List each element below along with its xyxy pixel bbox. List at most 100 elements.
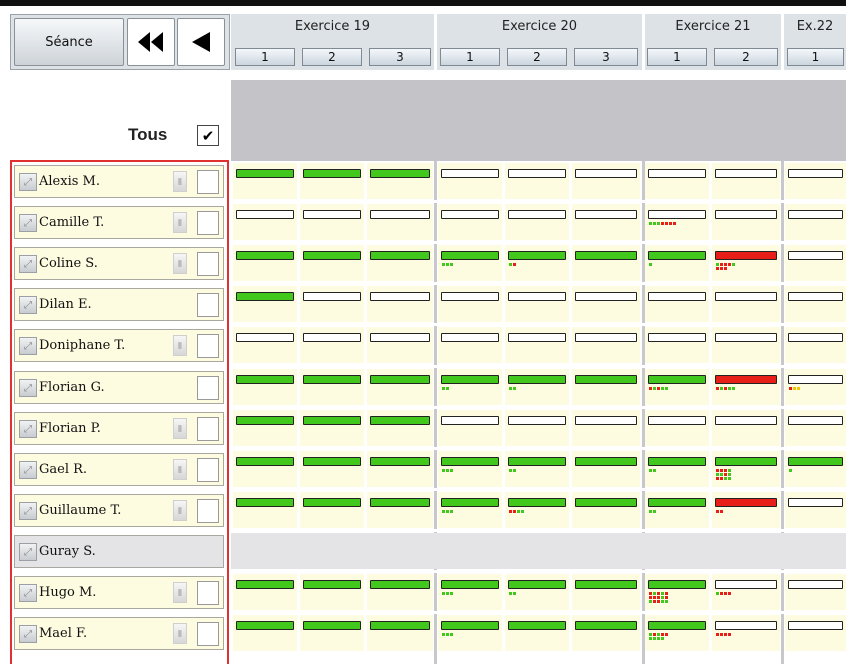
tous-checkbox[interactable]: ✔: [197, 125, 219, 146]
progress-cell[interactable]: [505, 163, 569, 199]
progress-cell[interactable]: [712, 204, 780, 240]
progress-cell[interactable]: [785, 204, 846, 240]
progress-cell[interactable]: [785, 286, 846, 322]
session-button[interactable]: 2: [302, 48, 362, 66]
progress-cell[interactable]: [300, 327, 364, 363]
progress-cell[interactable]: [233, 574, 297, 610]
progress-cell[interactable]: [572, 451, 640, 487]
progress-cell[interactable]: [300, 163, 364, 199]
progress-cell[interactable]: [505, 369, 569, 405]
first-session-button[interactable]: [127, 18, 175, 66]
progress-cell[interactable]: [300, 492, 364, 528]
progress-cell[interactable]: [572, 163, 640, 199]
progress-cell[interactable]: [505, 327, 569, 363]
progress-cell[interactable]: [712, 492, 780, 528]
progress-cell[interactable]: [785, 574, 846, 610]
progress-cell[interactable]: [712, 245, 780, 281]
progress-cell[interactable]: [645, 245, 709, 281]
progress-cell[interactable]: [438, 410, 502, 446]
progress-cell[interactable]: [645, 369, 709, 405]
progress-cell[interactable]: [505, 410, 569, 446]
progress-cell[interactable]: [505, 615, 569, 651]
progress-cell[interactable]: [572, 327, 640, 363]
progress-cell[interactable]: [300, 286, 364, 322]
progress-cell[interactable]: [572, 286, 640, 322]
progress-cell[interactable]: [645, 574, 709, 610]
progress-cell[interactable]: [505, 451, 569, 487]
progress-cell[interactable]: [785, 410, 846, 446]
progress-cell[interactable]: [300, 204, 364, 240]
progress-cell[interactable]: [233, 245, 297, 281]
progress-cell[interactable]: [645, 451, 709, 487]
progress-cell[interactable]: [438, 574, 502, 610]
progress-cell[interactable]: [300, 451, 364, 487]
progress-cell[interactable]: [233, 410, 297, 446]
progress-cell[interactable]: [233, 163, 297, 199]
progress-cell[interactable]: [300, 574, 364, 610]
progress-cell[interactable]: [505, 574, 569, 610]
progress-cell[interactable]: [367, 615, 433, 651]
progress-cell[interactable]: [572, 245, 640, 281]
progress-cell[interactable]: [712, 369, 780, 405]
progress-cell[interactable]: [233, 492, 297, 528]
progress-cell[interactable]: [505, 204, 569, 240]
progress-cell[interactable]: [785, 492, 846, 528]
progress-cell[interactable]: [438, 492, 502, 528]
progress-cell[interactable]: [572, 492, 640, 528]
session-button[interactable]: 2: [507, 48, 567, 66]
progress-cell[interactable]: [367, 451, 433, 487]
progress-cell[interactable]: [712, 286, 780, 322]
progress-cell[interactable]: [712, 615, 780, 651]
progress-cell[interactable]: [785, 369, 846, 405]
progress-cell[interactable]: [645, 410, 709, 446]
progress-cell[interactable]: [367, 204, 433, 240]
progress-cell[interactable]: [712, 327, 780, 363]
progress-cell[interactable]: [785, 245, 846, 281]
progress-cell[interactable]: [712, 163, 780, 199]
session-button[interactable]: 1: [440, 48, 500, 66]
progress-cell[interactable]: [572, 369, 640, 405]
progress-cell[interactable]: [367, 574, 433, 610]
progress-cell[interactable]: [785, 327, 846, 363]
progress-cell[interactable]: [300, 615, 364, 651]
progress-cell[interactable]: [712, 574, 780, 610]
progress-cell[interactable]: [367, 369, 433, 405]
progress-cell[interactable]: [300, 369, 364, 405]
progress-cell[interactable]: [233, 286, 297, 322]
progress-cell[interactable]: [438, 204, 502, 240]
progress-cell[interactable]: [233, 204, 297, 240]
progress-cell[interactable]: [785, 615, 846, 651]
session-button[interactable]: 1: [787, 48, 844, 66]
progress-cell[interactable]: [367, 286, 433, 322]
session-button[interactable]: 3: [574, 48, 638, 66]
progress-cell[interactable]: [367, 410, 433, 446]
progress-cell[interactable]: [438, 451, 502, 487]
progress-cell[interactable]: [505, 492, 569, 528]
progress-cell[interactable]: [505, 245, 569, 281]
previous-session-button[interactable]: [177, 18, 225, 66]
progress-cell[interactable]: [438, 286, 502, 322]
progress-cell[interactable]: [438, 615, 502, 651]
progress-cell[interactable]: [572, 574, 640, 610]
progress-cell[interactable]: [645, 163, 709, 199]
session-button[interactable]: 3: [369, 48, 431, 66]
progress-cell[interactable]: [233, 451, 297, 487]
progress-cell[interactable]: [367, 245, 433, 281]
progress-cell[interactable]: [233, 327, 297, 363]
progress-cell[interactable]: [572, 204, 640, 240]
progress-cell[interactable]: [572, 615, 640, 651]
progress-cell[interactable]: [645, 204, 709, 240]
progress-cell[interactable]: [645, 492, 709, 528]
progress-cell[interactable]: [300, 245, 364, 281]
progress-cell[interactable]: [505, 286, 569, 322]
session-button[interactable]: 1: [235, 48, 295, 66]
progress-cell[interactable]: [785, 451, 846, 487]
progress-cell[interactable]: [645, 327, 709, 363]
progress-cell[interactable]: [645, 286, 709, 322]
progress-cell[interactable]: [438, 163, 502, 199]
progress-cell[interactable]: [367, 492, 433, 528]
progress-cell[interactable]: [438, 369, 502, 405]
progress-cell[interactable]: [300, 410, 364, 446]
session-button[interactable]: 1: [647, 48, 707, 66]
progress-cell[interactable]: [572, 410, 640, 446]
